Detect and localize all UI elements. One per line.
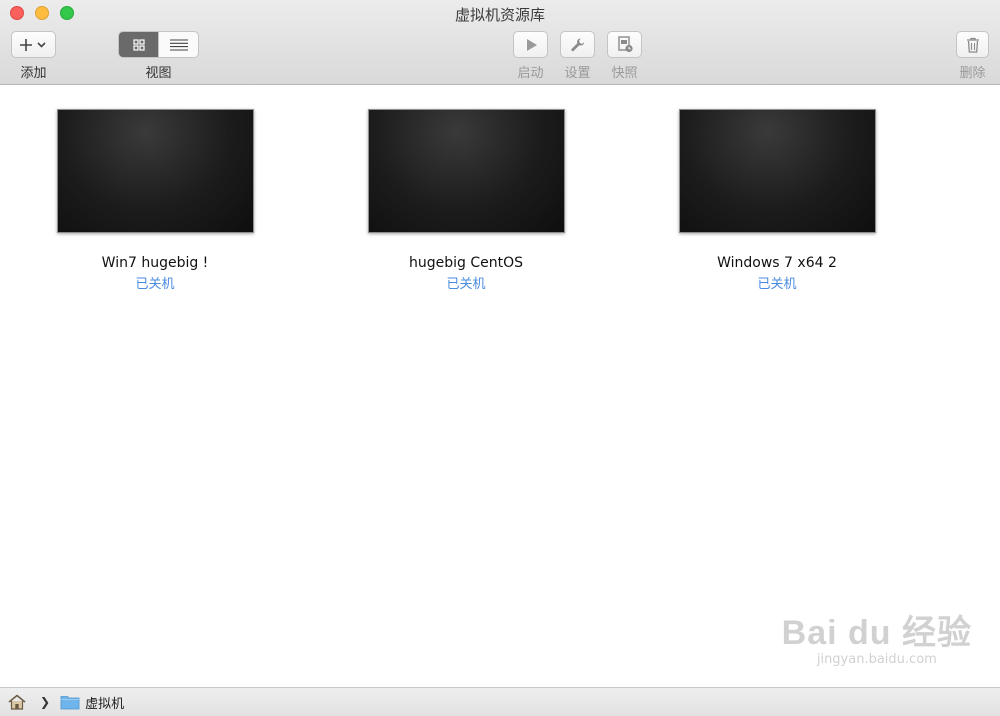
vm-status: 已关机 [135, 277, 175, 292]
list-view-button[interactable] [158, 32, 198, 57]
vm-library-grid: Win7 hugebig ! 已关机 hugebig CentOS 已关机 Wi… [0, 86, 1000, 687]
vm-thumbnail[interactable] [678, 109, 876, 233]
window-titlebar: 虚拟机资源库 添加 视图 启动 设置 快照 删除 [0, 0, 1000, 85]
vm-thumbnail[interactable] [56, 109, 254, 233]
add-button[interactable] [11, 31, 56, 58]
vm-status: 已关机 [446, 277, 486, 292]
vm-item-2[interactable]: hugebig CentOS 已关机 [366, 109, 566, 292]
view-label: 视图 [145, 66, 172, 81]
delete-label: 删除 [959, 66, 986, 81]
window-title: 虚拟机资源库 [454, 6, 545, 24]
vm-name: Win7 hugebig ! [101, 255, 209, 271]
vm-status: 已关机 [757, 277, 797, 292]
delete-button[interactable] [956, 31, 989, 58]
snapshot-label: 快照 [611, 66, 638, 81]
plus-icon [19, 38, 46, 51]
start-button[interactable] [513, 31, 548, 58]
path-chevron-icon: ❯ [40, 695, 51, 709]
snapshot-icon [617, 36, 633, 53]
settings-label: 设置 [564, 66, 591, 81]
baidu-watermark: Bai du 经验 jingyan.baidu.com [782, 605, 972, 667]
grid-view-button[interactable] [119, 32, 158, 57]
vm-name: Windows 7 x64 2 [717, 255, 837, 271]
play-icon [526, 38, 537, 51]
start-label: 启动 [517, 66, 544, 81]
wrench-icon [570, 38, 584, 51]
list-icon [169, 38, 188, 51]
vm-thumbnail[interactable] [367, 109, 565, 233]
vm-item-1[interactable]: Win7 hugebig ! 已关机 [55, 109, 255, 292]
folder-icon[interactable] [60, 694, 80, 710]
snapshot-button[interactable] [607, 31, 642, 58]
path-bar: ❯ 虚拟机 [0, 687, 1000, 716]
watermark-main: Bai du 经验 [781, 614, 972, 652]
watermark-sub: jingyan.baidu.com [816, 652, 937, 667]
path-folder-label[interactable]: 虚拟机 [85, 693, 124, 712]
vm-name: hugebig CentOS [408, 255, 524, 271]
add-label: 添加 [20, 66, 47, 81]
home-icon[interactable] [8, 694, 26, 710]
view-mode-control [118, 31, 199, 58]
settings-button[interactable] [560, 31, 595, 58]
vm-item-3[interactable]: Windows 7 x64 2 已关机 [677, 109, 877, 292]
grid-icon [132, 38, 145, 51]
trash-icon [966, 37, 979, 53]
